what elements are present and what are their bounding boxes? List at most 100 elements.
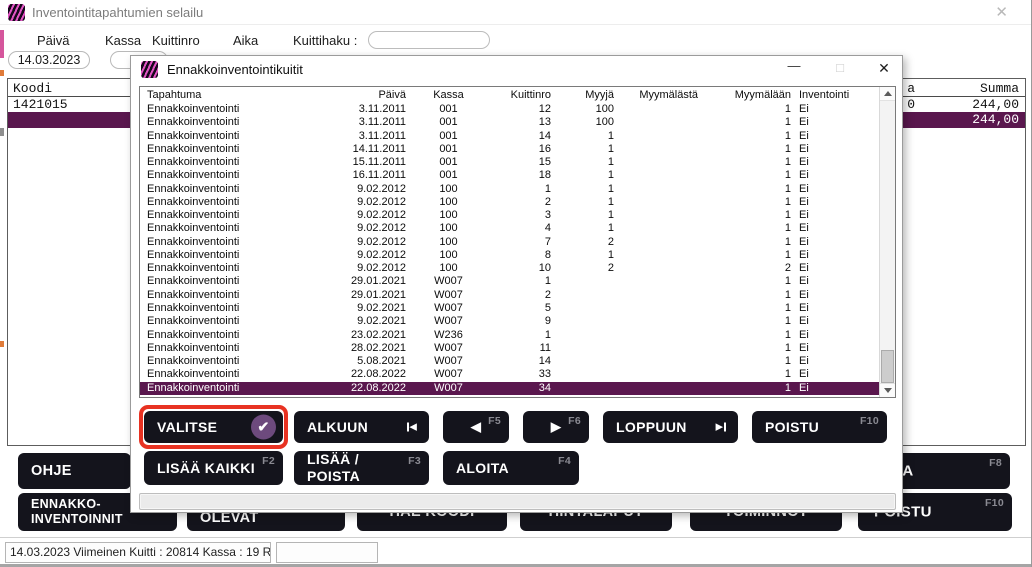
- table-cell: [614, 156, 698, 169]
- loppuun-button[interactable]: LOPPUUN ▶: [603, 411, 738, 443]
- table-row[interactable]: Ennakkoinventointi9.02.2012100811Ei: [140, 249, 895, 262]
- table-cell: 244,00: [972, 97, 1019, 112]
- table-cell: [614, 196, 698, 209]
- table-cell: 22.08.2022: [336, 382, 406, 395]
- vertical-scrollbar[interactable]: [879, 87, 895, 397]
- table-cell: 11: [491, 342, 551, 355]
- table-cell: 34: [491, 382, 551, 395]
- lisaa-kaikki-button[interactable]: LISÄÄ KAIKKI F2: [144, 451, 283, 485]
- close-icon[interactable]: ✕: [869, 60, 899, 77]
- ohje-button[interactable]: OHJE: [18, 453, 131, 489]
- table-cell: 100: [406, 183, 491, 196]
- aika-label: Aika: [233, 33, 258, 48]
- table-cell: Ei: [791, 382, 877, 395]
- receipts-table: TapahtumaPäiväKassaKuittinroMyyjäMyymälä…: [139, 86, 896, 398]
- paiva-input[interactable]: 14.03.2023: [8, 51, 90, 69]
- button-label: POISTU: [765, 419, 819, 435]
- next-button[interactable]: ▶ F6: [523, 411, 589, 443]
- table-row[interactable]: Ennakkoinventointi9.02.2012100111Ei: [140, 183, 895, 196]
- table-cell: [551, 329, 614, 342]
- table-cell: 2: [698, 262, 791, 275]
- table-row[interactable]: Ennakkoinventointi23.02.2021W23611Ei: [140, 329, 895, 342]
- kuittihaku-input[interactable]: [368, 31, 490, 49]
- minimize-icon[interactable]: —: [779, 58, 809, 73]
- close-icon[interactable]: ✕: [995, 3, 1008, 21]
- table-cell: Ei: [791, 249, 877, 262]
- table-cell: W007: [406, 382, 491, 395]
- table-cell: 100: [551, 103, 614, 116]
- table-row[interactable]: Ennakkoinventointi5.08.2021W007141Ei: [140, 355, 895, 368]
- table-cell: [551, 382, 614, 395]
- table-cell: Ennakkoinventointi: [140, 196, 336, 209]
- table-cell: 18: [491, 169, 551, 182]
- table-row[interactable]: Ennakkoinventointi9.02.20121001022Ei: [140, 262, 895, 275]
- main-titlebar: Inventointitapahtumien selailu ✕: [0, 0, 1032, 25]
- table-row[interactable]: Ennakkoinventointi3.11.20110011411Ei: [140, 130, 895, 143]
- table-row[interactable]: Ennakkoinventointi22.08.2022W00734 1Ei: [140, 382, 895, 395]
- previous-button[interactable]: ◀ F5: [443, 411, 509, 443]
- table-row[interactable]: Ennakkoinventointi22.08.2022W007331Ei: [140, 368, 895, 381]
- scroll-down-icon[interactable]: [880, 383, 895, 397]
- fkey-label: F2: [262, 455, 275, 467]
- button-label: LISÄÄ KAIKKI: [157, 460, 255, 476]
- table-row[interactable]: Ennakkoinventointi9.02.2012100721Ei: [140, 236, 895, 249]
- aloita-button[interactable]: ALOITA F4: [443, 451, 579, 485]
- table-cell: [614, 355, 698, 368]
- table-cell: Ennakkoinventointi: [140, 130, 336, 143]
- button-label: LISÄÄ / POISTA: [307, 451, 397, 485]
- table-row[interactable]: Ennakkoinventointi9.02.2021W00751Ei: [140, 302, 895, 315]
- button-label: ALKUUN: [307, 419, 368, 435]
- valitse-button[interactable]: VALITSE ✔: [144, 411, 283, 443]
- table-cell: 001: [406, 156, 491, 169]
- table-cell: Ennakkoinventointi: [140, 222, 336, 235]
- column-header: Myyjä: [551, 87, 614, 103]
- column-header: Kassa: [406, 87, 491, 103]
- table-row[interactable]: Ennakkoinventointi3.11.2011001131001Ei: [140, 116, 895, 129]
- table-row[interactable]: Ennakkoinventointi9.02.2012100411Ei: [140, 222, 895, 235]
- table-cell: Ennakkoinventointi: [140, 382, 336, 395]
- table-cell: Ei: [791, 156, 877, 169]
- table-row[interactable]: Ennakkoinventointi29.01.2021W00711Ei: [140, 275, 895, 288]
- table-cell: Ei: [791, 183, 877, 196]
- table-cell: 1: [698, 382, 791, 395]
- table-row[interactable]: Ennakkoinventointi29.01.2021W00721Ei: [140, 289, 895, 302]
- table-row[interactable]: Ennakkoinventointi16.11.20110011811Ei: [140, 169, 895, 182]
- poistu-dialog-button[interactable]: POISTU F10: [752, 411, 887, 443]
- column-header: Myymälästä: [614, 87, 698, 103]
- skip-to-end-icon: ▶: [716, 422, 726, 433]
- table-row[interactable]: Ennakkoinventointi9.02.2012100311Ei: [140, 209, 895, 222]
- table-cell: 1: [698, 355, 791, 368]
- scroll-up-icon[interactable]: [880, 87, 895, 101]
- table-row[interactable]: Ennakkoinventointi15.11.20110011511Ei: [140, 156, 895, 169]
- table-row[interactable]: Ennakkoinventointi3.11.2011001121001Ei: [140, 103, 895, 116]
- fkey-label: F4: [558, 455, 571, 467]
- table-cell: Ennakkoinventointi: [140, 368, 336, 381]
- table-cell: Ei: [791, 342, 877, 355]
- column-header: Päivä: [336, 87, 406, 103]
- table-row[interactable]: Ennakkoinventointi9.02.2021W00791Ei: [140, 315, 895, 328]
- table-cell: 1: [698, 196, 791, 209]
- table-cell: 3.11.2011: [336, 130, 406, 143]
- alkuun-button[interactable]: ALKUUN ◀: [294, 411, 429, 443]
- table-cell: W007: [406, 355, 491, 368]
- background-artifact: [0, 341, 4, 347]
- fkey-label: F5: [488, 415, 501, 427]
- scrollbar-thumb[interactable]: [881, 350, 894, 383]
- lisaa-poista-button[interactable]: LISÄÄ / POISTA F3: [294, 451, 429, 485]
- table-cell: 9: [491, 315, 551, 328]
- arrow-left-icon: ◀: [471, 419, 481, 435]
- table-cell: 3: [491, 209, 551, 222]
- column-header: Myymälään: [698, 87, 791, 103]
- table-row[interactable]: Ennakkoinventointi14.11.20110011611Ei: [140, 143, 895, 156]
- table-cell: 1: [698, 315, 791, 328]
- button-label: LOPPUUN: [616, 419, 687, 435]
- table-cell: 5.08.2021: [336, 355, 406, 368]
- table-cell: 1: [698, 143, 791, 156]
- table-cell: [614, 382, 698, 395]
- table-row[interactable]: Ennakkoinventointi9.02.2012100211Ei: [140, 196, 895, 209]
- table-cell: [551, 289, 614, 302]
- table-row[interactable]: Ennakkoinventointi28.02.2021W007111Ei: [140, 342, 895, 355]
- table-cell: 1: [551, 209, 614, 222]
- table-cell: Ei: [791, 209, 877, 222]
- table-cell: 1: [698, 156, 791, 169]
